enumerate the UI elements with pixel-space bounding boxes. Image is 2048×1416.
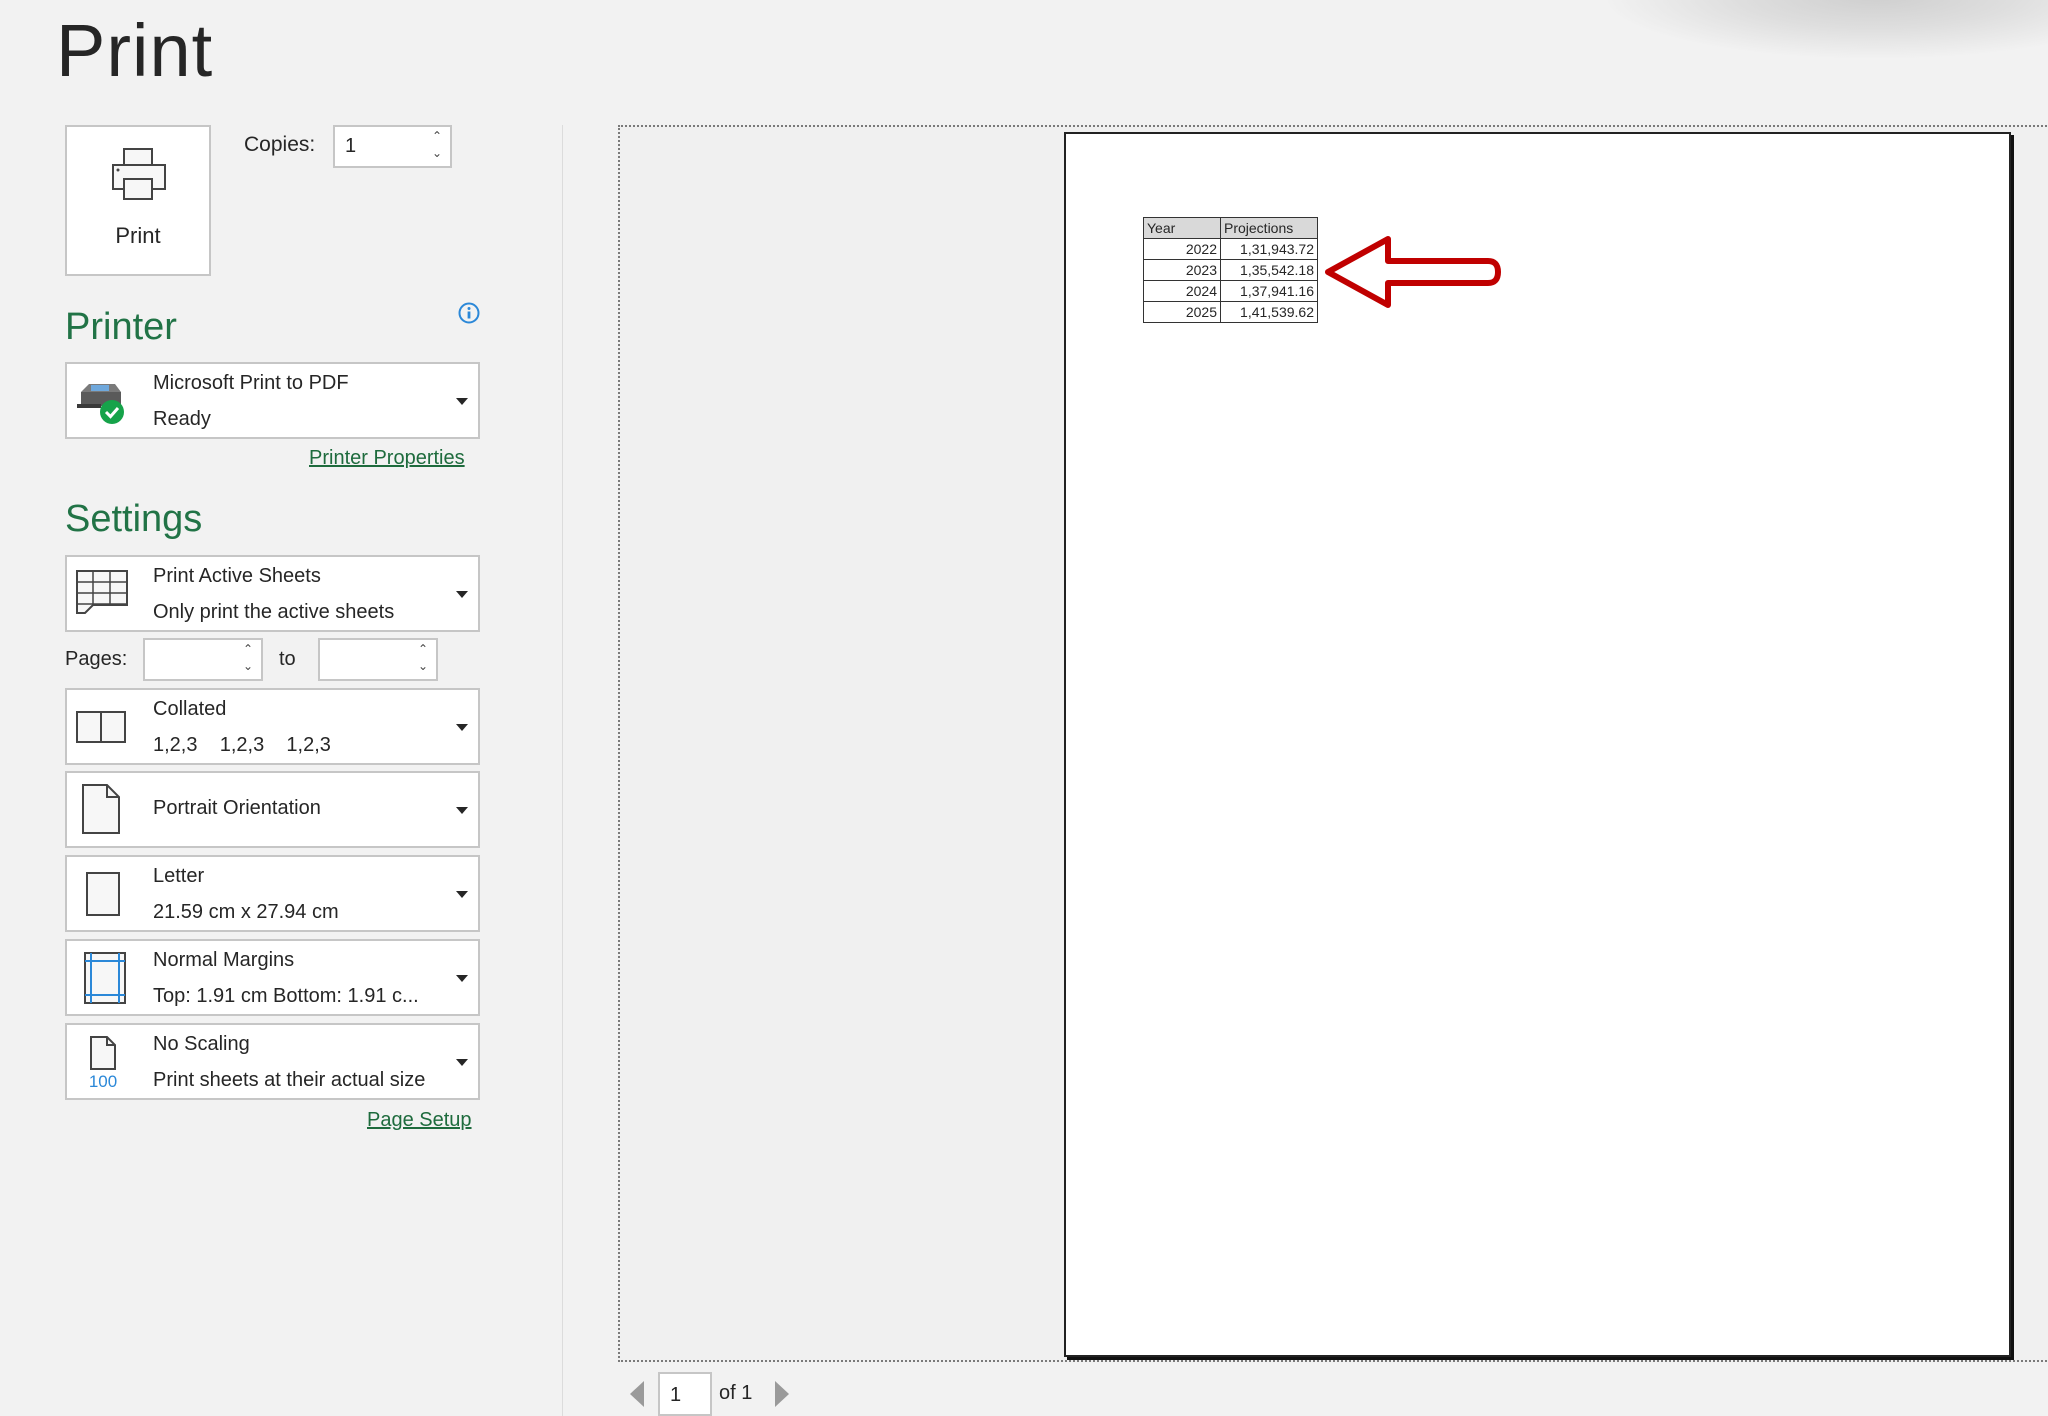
printer-status: Ready xyxy=(153,408,211,430)
page-setup-link[interactable]: Page Setup xyxy=(367,1109,472,1132)
print-what-dropdown[interactable]: Print Active Sheets Only print the activ… xyxy=(65,555,480,632)
cell-year: 2025 xyxy=(1143,301,1221,323)
chevron-down-icon xyxy=(456,724,468,731)
printer-icon xyxy=(112,148,166,200)
info-icon[interactable] xyxy=(457,301,481,325)
pages-label: Pages: xyxy=(65,648,128,670)
collation-title: Collated xyxy=(153,698,227,720)
sheet-grid-icon xyxy=(76,570,128,614)
panel-divider xyxy=(562,125,563,1416)
pages-to-label: to xyxy=(279,648,296,670)
cell-projection: 1,35,542.18 xyxy=(1220,259,1318,281)
header-year: Year xyxy=(1143,217,1221,239)
pages-to-input[interactable]: ⌃ ⌄ xyxy=(318,638,438,681)
paper-size-dropdown[interactable]: Letter 21.59 cm x 27.94 cm xyxy=(65,855,480,932)
chevron-down-icon xyxy=(456,591,468,598)
copies-label: Copies: xyxy=(244,133,316,156)
printer-dropdown[interactable]: Microsoft Print to PDF Ready xyxy=(65,362,480,439)
scaling-subtitle: Print sheets at their actual size xyxy=(153,1069,426,1091)
margins-title: Normal Margins xyxy=(153,949,295,971)
header-projections: Projections xyxy=(1220,217,1318,239)
cell-projection: 1,41,539.62 xyxy=(1220,301,1318,323)
collated-icon xyxy=(76,711,126,743)
paper-size-icon xyxy=(86,872,120,916)
arrow-left-icon xyxy=(1325,236,1501,308)
table-row: 2022 1,31,943.72 xyxy=(1143,238,1318,260)
printer-heading: Printer xyxy=(65,306,177,348)
scaling-icon-text: 100 xyxy=(89,1072,117,1089)
copies-decrement[interactable]: ⌄ xyxy=(432,147,442,159)
chevron-down-icon xyxy=(456,975,468,982)
chevron-down-icon xyxy=(456,891,468,898)
orientation-dropdown[interactable]: Portrait Orientation xyxy=(65,771,480,848)
page-title: Print xyxy=(56,9,214,92)
pages-to-increment[interactable]: ⌃ xyxy=(418,643,428,655)
red-arrow-annotation xyxy=(1325,236,1501,308)
print-what-title: Print Active Sheets xyxy=(153,565,321,587)
scaling-title: No Scaling xyxy=(153,1033,250,1055)
table-header-row: Year Projections xyxy=(1143,217,1318,239)
cell-year: 2023 xyxy=(1143,259,1221,281)
scaling-dropdown[interactable]: 100 No Scaling Print sheets at their act… xyxy=(65,1023,480,1100)
cell-projection: 1,37,941.16 xyxy=(1220,280,1318,302)
cell-year: 2024 xyxy=(1143,280,1221,302)
print-button[interactable]: Print xyxy=(65,125,211,276)
pages-from-increment[interactable]: ⌃ xyxy=(243,643,253,655)
printer-ready-icon xyxy=(77,384,124,424)
margins-subtitle: Top: 1.91 cm Bottom: 1.91 c... xyxy=(153,985,419,1007)
pages-from-input[interactable]: ⌃ ⌄ xyxy=(143,638,263,681)
settings-heading: Settings xyxy=(65,498,203,540)
copies-increment[interactable]: ⌃ xyxy=(432,130,442,142)
margins-dropdown[interactable]: Normal Margins Top: 1.91 cm Bottom: 1.91… xyxy=(65,939,480,1016)
portrait-page-icon xyxy=(82,784,120,834)
chevron-down-icon xyxy=(456,1059,468,1066)
margins-icon xyxy=(84,952,126,1004)
print-what-subtitle: Only print the active sheets xyxy=(153,601,395,623)
chevron-down-icon xyxy=(456,807,468,814)
page-number-value: 1 xyxy=(670,1384,682,1406)
paper-title: Letter xyxy=(153,865,205,887)
copies-value: 1 xyxy=(345,135,357,157)
background-decoration xyxy=(1600,0,2048,60)
page-number-input[interactable]: 1 xyxy=(658,1372,712,1416)
table-row: 2023 1,35,542.18 xyxy=(1143,259,1318,281)
collation-dropdown[interactable]: Collated 1,2,3 1,2,3 1,2,3 xyxy=(65,688,480,765)
print-button-label: Print xyxy=(115,223,161,248)
cell-projection: 1,31,943.72 xyxy=(1220,238,1318,260)
page-count-label: of 1 xyxy=(719,1382,753,1404)
pages-to-decrement[interactable]: ⌄ xyxy=(418,660,428,672)
printer-properties-link[interactable]: Printer Properties xyxy=(309,447,465,470)
next-page-button[interactable] xyxy=(775,1381,789,1407)
cell-year: 2022 xyxy=(1143,238,1221,260)
table-row: 2024 1,37,941.16 xyxy=(1143,280,1318,302)
printer-name: Microsoft Print to PDF xyxy=(153,372,349,394)
pages-from-decrement[interactable]: ⌄ xyxy=(243,660,253,672)
copies-input[interactable]: 1 ⌃ ⌄ xyxy=(333,125,452,168)
chevron-down-icon xyxy=(456,398,468,405)
orientation-title: Portrait Orientation xyxy=(153,797,321,819)
sheet-table: Year Projections 2022 1,31,943.72 2023 1… xyxy=(1143,217,1318,323)
scaling-100-icon: 100 xyxy=(89,1036,117,1089)
preview-page: Year Projections 2022 1,31,943.72 2023 1… xyxy=(1064,132,2011,1357)
table-row: 2025 1,41,539.62 xyxy=(1143,301,1318,323)
paper-subtitle: 21.59 cm x 27.94 cm xyxy=(153,901,339,923)
previous-page-button[interactable] xyxy=(630,1381,644,1407)
collation-subtitle: 1,2,3 1,2,3 1,2,3 xyxy=(153,734,331,756)
